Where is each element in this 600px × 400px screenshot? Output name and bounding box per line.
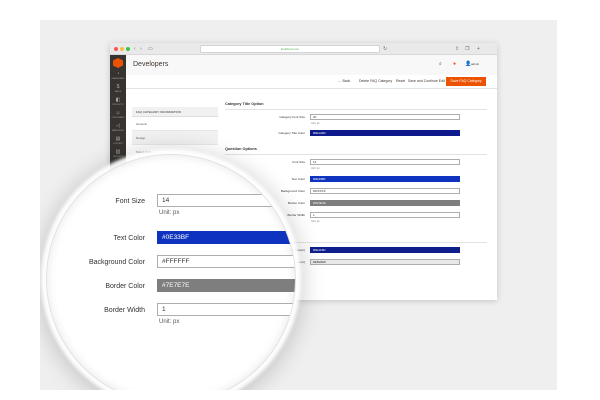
zoom-border-color-input[interactable]: #7E7E7E [157,279,295,292]
section-category-title: Category Title Option [225,102,264,106]
answer-background-color-input[interactable]: #E8E8E8 [310,259,460,265]
save-category-button[interactable]: Save FAQ Category [446,77,486,86]
minimize-window-button[interactable] [120,47,124,51]
zoom-border-width-unit: Unit: px [159,319,180,325]
sidebar-item-content[interactable]: ▤ CONTENT [110,136,126,149]
address-bar[interactable]: localhost.com [200,45,380,53]
border-color-input[interactable]: #7E7E7E [310,200,460,206]
category-font-size-unit: Unit: px [311,122,320,125]
notification-bell-icon[interactable]: ● [453,61,456,67]
zoom-border-width-input[interactable]: 1 [157,303,295,316]
browser-toolbar: ‹ › ▭ localhost.com ↻ ⇪ ❐ + [110,43,497,55]
zoom-background-color-label: Background Color [88,259,145,266]
text-color-input[interactable]: #0E33BF [310,176,460,182]
delete-category-button[interactable]: Delete FAQ Category [359,79,392,83]
zoom-background-color-input[interactable]: #FFFFFF [157,255,295,268]
sidebar-item-marketing[interactable]: ◁ MARKETING [110,123,126,136]
border-width-input[interactable]: 1 [310,212,460,218]
search-icon[interactable]: ⌕ [439,61,442,67]
sidebar-item-reports[interactable]: ▥ REPORTS [110,149,126,162]
sidebar-item-label: SALES [114,91,122,93]
sidebar-item-label: CUSTOMERS [111,117,125,119]
zoom-font-size-input[interactable]: 14 [157,194,295,207]
close-window-button[interactable] [114,47,118,51]
sidebar-item-customers[interactable]: ☺ CUSTOMERS [110,110,126,123]
box-icon: ◧ [115,97,121,103]
save-continue-button[interactable]: Save and Continue Edit [408,79,445,83]
megaphone-icon: ◁ [116,123,120,129]
showcase-background: ‹ › ▭ localhost.com ↻ ⇪ ❐ + ◔ DASHBOARD $ S… [40,20,557,390]
back-arrow-icon[interactable]: ‹ [134,45,136,53]
zoom-text-color-label: Text Color [113,235,145,242]
sidebar-toggle-icon[interactable]: ▭ [148,45,153,53]
zoom-font-size-unit: Unit: px [159,210,180,216]
font-size-label: Font Size [292,160,305,164]
zoom-font-size-label: Font Size [115,198,145,205]
category-font-size-label: Category Font Size [279,115,305,119]
section-divider [225,109,487,110]
page-actions: ← Back Delete FAQ Category Reset Save an… [126,75,497,89]
add-tab-icon[interactable]: + [477,45,480,53]
settings-tabs: FAQ CATEGORY INFORMATION General Design … [132,107,218,159]
person-icon: ☺ [115,110,121,116]
background-color-input[interactable]: #FFFFFF [310,188,460,194]
font-size-unit: Unit: px [311,167,320,170]
sidebar-item-sales[interactable]: $ SALES [110,84,126,97]
zoom-border-width-label: Border Width [104,307,145,314]
dashboard-icon: ◔ [116,71,120,77]
tab-design[interactable]: Design [132,131,218,145]
page-title: Developers [133,61,169,68]
sidebar-item-label: REPORTS [113,156,123,158]
sidebar-item-label: PRODUCTS [112,104,124,106]
category-font-size-input[interactable]: 20 [310,114,460,120]
page-header: Developers ⌕ ● 👤 admin [126,55,497,75]
magento-logo[interactable] [113,58,123,68]
user-name[interactable]: admin [471,62,479,66]
share-icon[interactable]: ⇪ [455,45,459,53]
text-color-label: Text Color [291,177,305,181]
section-question-options: Question Options [225,147,257,151]
sidebar-item-label: MARKETING [112,130,124,132]
tab-general[interactable]: General [132,117,218,131]
chart-icon: ▥ [115,149,121,155]
sidebar-item-products[interactable]: ◧ PRODUCTS [110,97,126,110]
forward-arrow-icon[interactable]: › [140,45,142,53]
sidebar-item-dashboard[interactable]: ◔ DASHBOARD [110,71,126,84]
reset-button[interactable]: Reset [396,79,405,83]
back-button[interactable]: ← Back [338,79,350,83]
reload-icon[interactable]: ↻ [383,45,387,53]
font-size-input[interactable]: 14 [310,159,460,165]
zoom-text-color-input[interactable]: #0E33BF [157,231,295,244]
border-width-unit: Unit: px [311,220,320,223]
tabs-heading: FAQ CATEGORY INFORMATION [132,107,218,117]
zoom-border-color-label: Border Color [105,283,145,290]
maximize-window-button[interactable] [126,47,130,51]
sidebar-item-label: DASHBOARD [111,78,125,80]
content-icon: ▤ [115,136,121,142]
category-title-color-input[interactable]: #0E1A8C [310,130,460,136]
category-title-color-label: Category Title Color [278,131,305,135]
dollar-icon: $ [116,84,120,90]
sidebar-item-label: CONTENT [113,143,123,145]
tabs-icon[interactable]: ❐ [465,45,469,53]
magnifier-lens: Font Size 14 Unit: px Text Color #0E33BF… [46,154,296,390]
section-divider [225,154,487,155]
answer-text-color-input[interactable]: #0E1F8C [310,247,460,253]
